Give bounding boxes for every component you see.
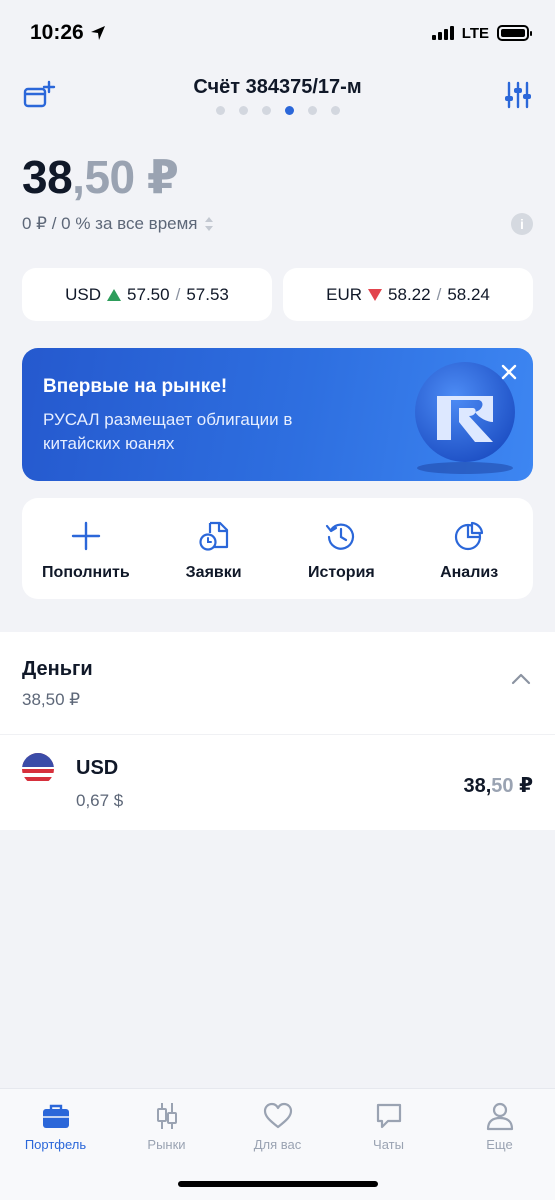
position-quantity: 0,67 $: [76, 791, 124, 810]
orders-button[interactable]: Заявки: [150, 498, 278, 599]
heart-icon: [263, 1102, 292, 1129]
page-dot[interactable]: [307, 106, 317, 115]
history-button[interactable]: История: [278, 498, 406, 599]
deposit-button[interactable]: Пополнить: [22, 498, 150, 599]
position-value-frac: 50: [491, 775, 514, 797]
rate-currency: USD: [65, 284, 102, 304]
rate-card-eur[interactable]: EUR 58.22 / 58.24: [283, 268, 533, 321]
rate-bid: 57.50: [127, 284, 170, 304]
action-label: Пополнить: [42, 564, 130, 581]
page-dot-active[interactable]: [284, 106, 294, 115]
section-total: 38,50 ₽: [22, 690, 81, 709]
clock: 10:26: [30, 21, 84, 44]
rate-down-icon: [368, 288, 383, 301]
pie-chart-icon: [455, 521, 484, 551]
money-section-header[interactable]: Деньги 38,50 ₽: [0, 632, 555, 734]
rate-ask: 58.24: [447, 284, 490, 304]
history-icon: [326, 523, 355, 550]
network-label: LTE: [461, 24, 489, 42]
promo-banner[interactable]: Впервые на рынке! РУСАЛ размещает облига…: [22, 348, 533, 481]
account-header: Счёт 384375/17-м: [0, 70, 555, 120]
home-indicator: [178, 1181, 378, 1187]
filters-icon[interactable]: [503, 80, 533, 110]
sort-icon: [204, 217, 213, 231]
balance-integer: 38: [22, 151, 73, 203]
page-dot[interactable]: [215, 106, 225, 115]
account-title[interactable]: Счёт 384375/17-м: [0, 76, 555, 99]
rate-up-icon: [107, 288, 122, 301]
status-time: 10:26: [30, 21, 106, 45]
chat-icon: [376, 1103, 401, 1129]
profile-icon: [486, 1102, 513, 1131]
page-dot[interactable]: [261, 106, 271, 115]
account-page-dots: [0, 106, 555, 115]
tab-label: Чаты: [373, 1137, 404, 1152]
plus-icon: [71, 521, 101, 551]
balance-fraction: ,50 ₽: [72, 151, 179, 203]
tab-label: Рынки: [147, 1137, 186, 1152]
rate-separator: /: [175, 284, 181, 304]
banner-title: Впервые на рынке!: [43, 376, 228, 397]
balance-change-row[interactable]: 0 ₽ / 0 % за все время: [22, 214, 214, 234]
location-arrow-icon: [90, 26, 105, 40]
rate-currency: EUR: [326, 284, 363, 304]
page-dot[interactable]: [330, 106, 340, 115]
position-row-usd[interactable]: USD 0,67 $ 38,50 ₽: [0, 734, 555, 830]
orders-icon: [199, 521, 228, 551]
action-label: История: [308, 564, 375, 581]
status-bar: 10:26 LTE: [0, 0, 555, 66]
tab-label: Еще: [486, 1137, 513, 1152]
position-name: USD: [76, 757, 119, 779]
signal-icon: [431, 26, 454, 40]
position-value-int: 38,: [463, 775, 492, 797]
tab-more[interactable]: Еще: [444, 1089, 555, 1200]
tab-label: Портфель: [24, 1137, 87, 1152]
battery-icon: [497, 25, 532, 41]
rate-card-usd[interactable]: USD 57.50 / 57.53: [22, 268, 272, 321]
rate-ask: 57.53: [186, 284, 229, 304]
status-indicators: LTE: [431, 24, 532, 42]
position-value: 38,50 ₽: [463, 773, 533, 798]
analysis-button[interactable]: Анализ: [405, 498, 533, 599]
page-dot[interactable]: [238, 106, 248, 115]
candles-icon: [156, 1103, 177, 1129]
action-label: Анализ: [440, 564, 499, 581]
chevron-up-icon[interactable]: [511, 672, 531, 686]
tab-portfolio[interactable]: Портфель: [0, 1089, 111, 1200]
info-icon[interactable]: i: [511, 213, 533, 235]
quick-actions: Пополнить Заявки История Анализ: [22, 498, 533, 599]
section-title: Деньги: [22, 658, 93, 680]
balance-change: 0 ₽ / 0 % за все время: [22, 214, 198, 233]
briefcase-icon: [42, 1104, 69, 1128]
close-icon[interactable]: [499, 362, 519, 382]
action-label: Заявки: [185, 564, 242, 581]
position-value-suffix: ₽: [513, 775, 533, 797]
rate-bid: 58.22: [388, 284, 431, 304]
tab-label: Для вас: [253, 1137, 302, 1152]
portfolio-balance: 38,50 ₽: [22, 150, 179, 204]
us-flag-icon: [22, 753, 54, 785]
rate-separator: /: [436, 284, 442, 304]
banner-text: РУСАЛ размещает облигации в китайских юа…: [43, 410, 293, 453]
